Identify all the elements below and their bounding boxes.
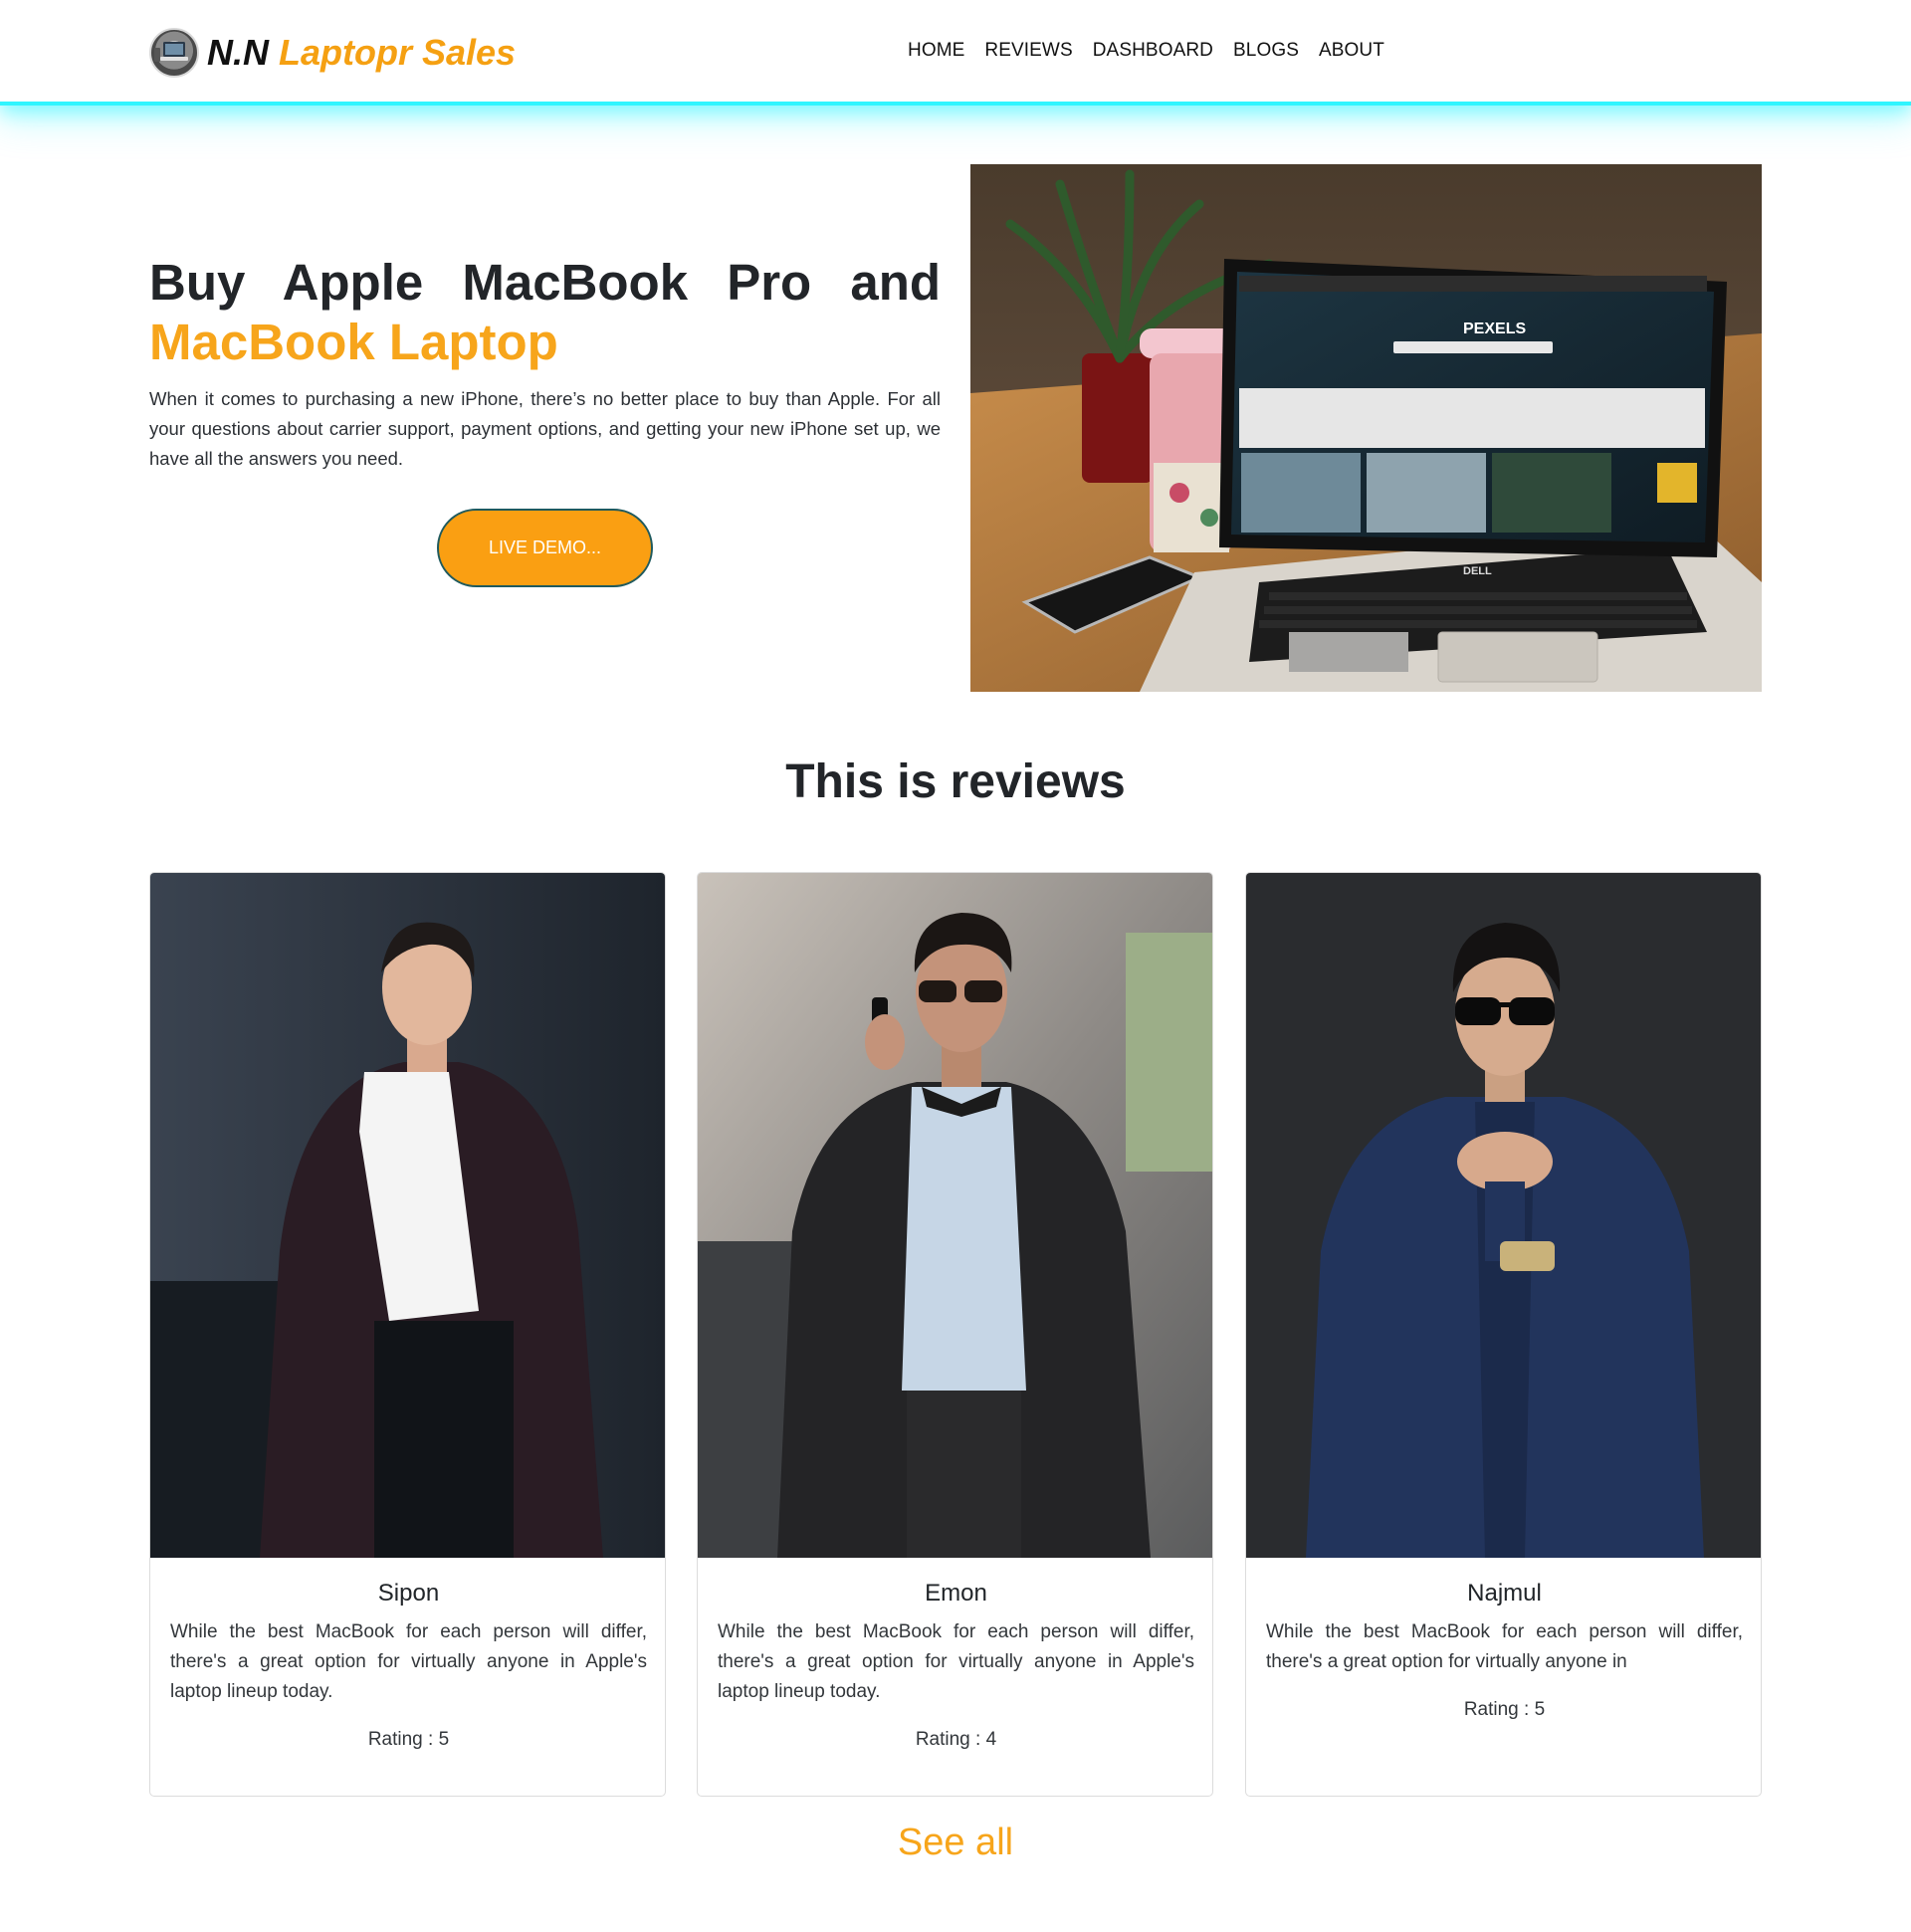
hero-text-block: Buy Apple MacBook Pro and MacBook Laptop… [149,253,941,474]
brand-link[interactable]: N.N Laptopr Sales [149,28,516,78]
reviewer-photo [698,873,1212,1558]
hero-title: Buy Apple MacBook Pro and [149,254,941,311]
review-rating: Rating : 4 [915,1729,997,1750]
see-all-link[interactable]: See all [0,1822,1911,1864]
reviewer-photo [1246,873,1761,1558]
reviews-title: This is reviews [785,755,1126,808]
brand-name-part2: Laptopr Sales [279,32,517,73]
navbar: N.N Laptopr Sales HOME REVIEWS DASHBOARD … [0,0,1911,106]
nav-home[interactable]: HOME [908,40,964,62]
review-text: While the best MacBook for each person w… [1266,1621,1743,1672]
review-rating: Rating : 5 [1463,1699,1546,1720]
live-demo-button[interactable]: LIVE DEMO... [437,509,653,587]
review-rating: Rating : 5 [367,1729,450,1750]
laptop-logo-icon [149,28,199,78]
reviewer-name: Emon [925,1580,987,1607]
review-text: While the best MacBook for each person w… [718,1621,1194,1702]
brand-name-part1: N.N [207,32,269,73]
hero-title-accent: MacBook Laptop [149,314,558,370]
nav-about[interactable]: ABOUT [1319,40,1384,62]
screen-text: PEXELS [1463,321,1526,337]
hero-laptop-image: PEXELS DELL [970,164,1762,692]
hero-description: When it comes to purchasing a new iPhone… [149,388,941,469]
review-card: Sipon While the best MacBook for each pe… [149,872,666,1797]
nav-dashboard[interactable]: DASHBOARD [1093,40,1213,62]
brand-name: N.N Laptopr Sales [207,32,516,74]
reviewer-photo [150,873,665,1558]
laptop-brand-text: DELL [1463,565,1492,577]
review-card: Emon While the best MacBook for each per… [697,872,1213,1797]
review-text: While the best MacBook for each person w… [170,1621,647,1702]
reviewer-name: Sipon [377,1580,440,1607]
review-card: Najmul While the best MacBook for each p… [1245,872,1762,1797]
reviewer-name: Najmul [1467,1580,1542,1607]
nav-reviews[interactable]: REVIEWS [984,40,1072,62]
nav-blogs[interactable]: BLOGS [1233,40,1299,62]
main-nav: HOME REVIEWS DASHBOARD BLOGS ABOUT [908,40,1384,62]
